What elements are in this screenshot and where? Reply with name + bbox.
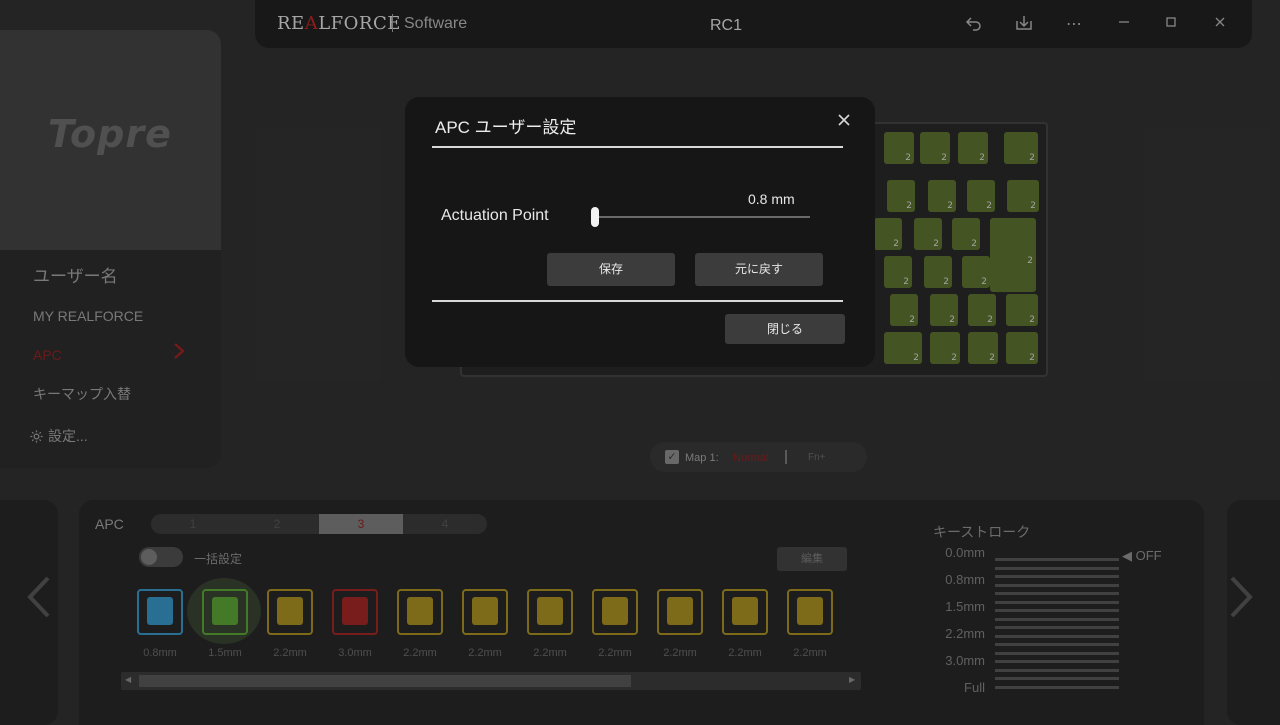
revert-button[interactable]: 元に戻す	[695, 253, 823, 286]
apc-user-settings-dialog: APC ユーザー設定 Actuation Point 0.8 mm 保存 元に戻…	[405, 97, 875, 367]
actuation-point-label: Actuation Point	[441, 207, 549, 224]
close-button[interactable]: 閉じる	[725, 314, 845, 344]
actuation-point-value: 0.8 mm	[748, 191, 795, 207]
dialog-title: APC ユーザー設定	[435, 118, 577, 137]
dialog-divider	[432, 146, 843, 148]
actuation-slider-thumb[interactable]	[591, 207, 599, 227]
dialog-divider	[432, 300, 843, 302]
actuation-slider-track[interactable]	[595, 216, 810, 218]
save-button[interactable]: 保存	[547, 253, 675, 286]
close-icon[interactable]	[833, 111, 855, 133]
